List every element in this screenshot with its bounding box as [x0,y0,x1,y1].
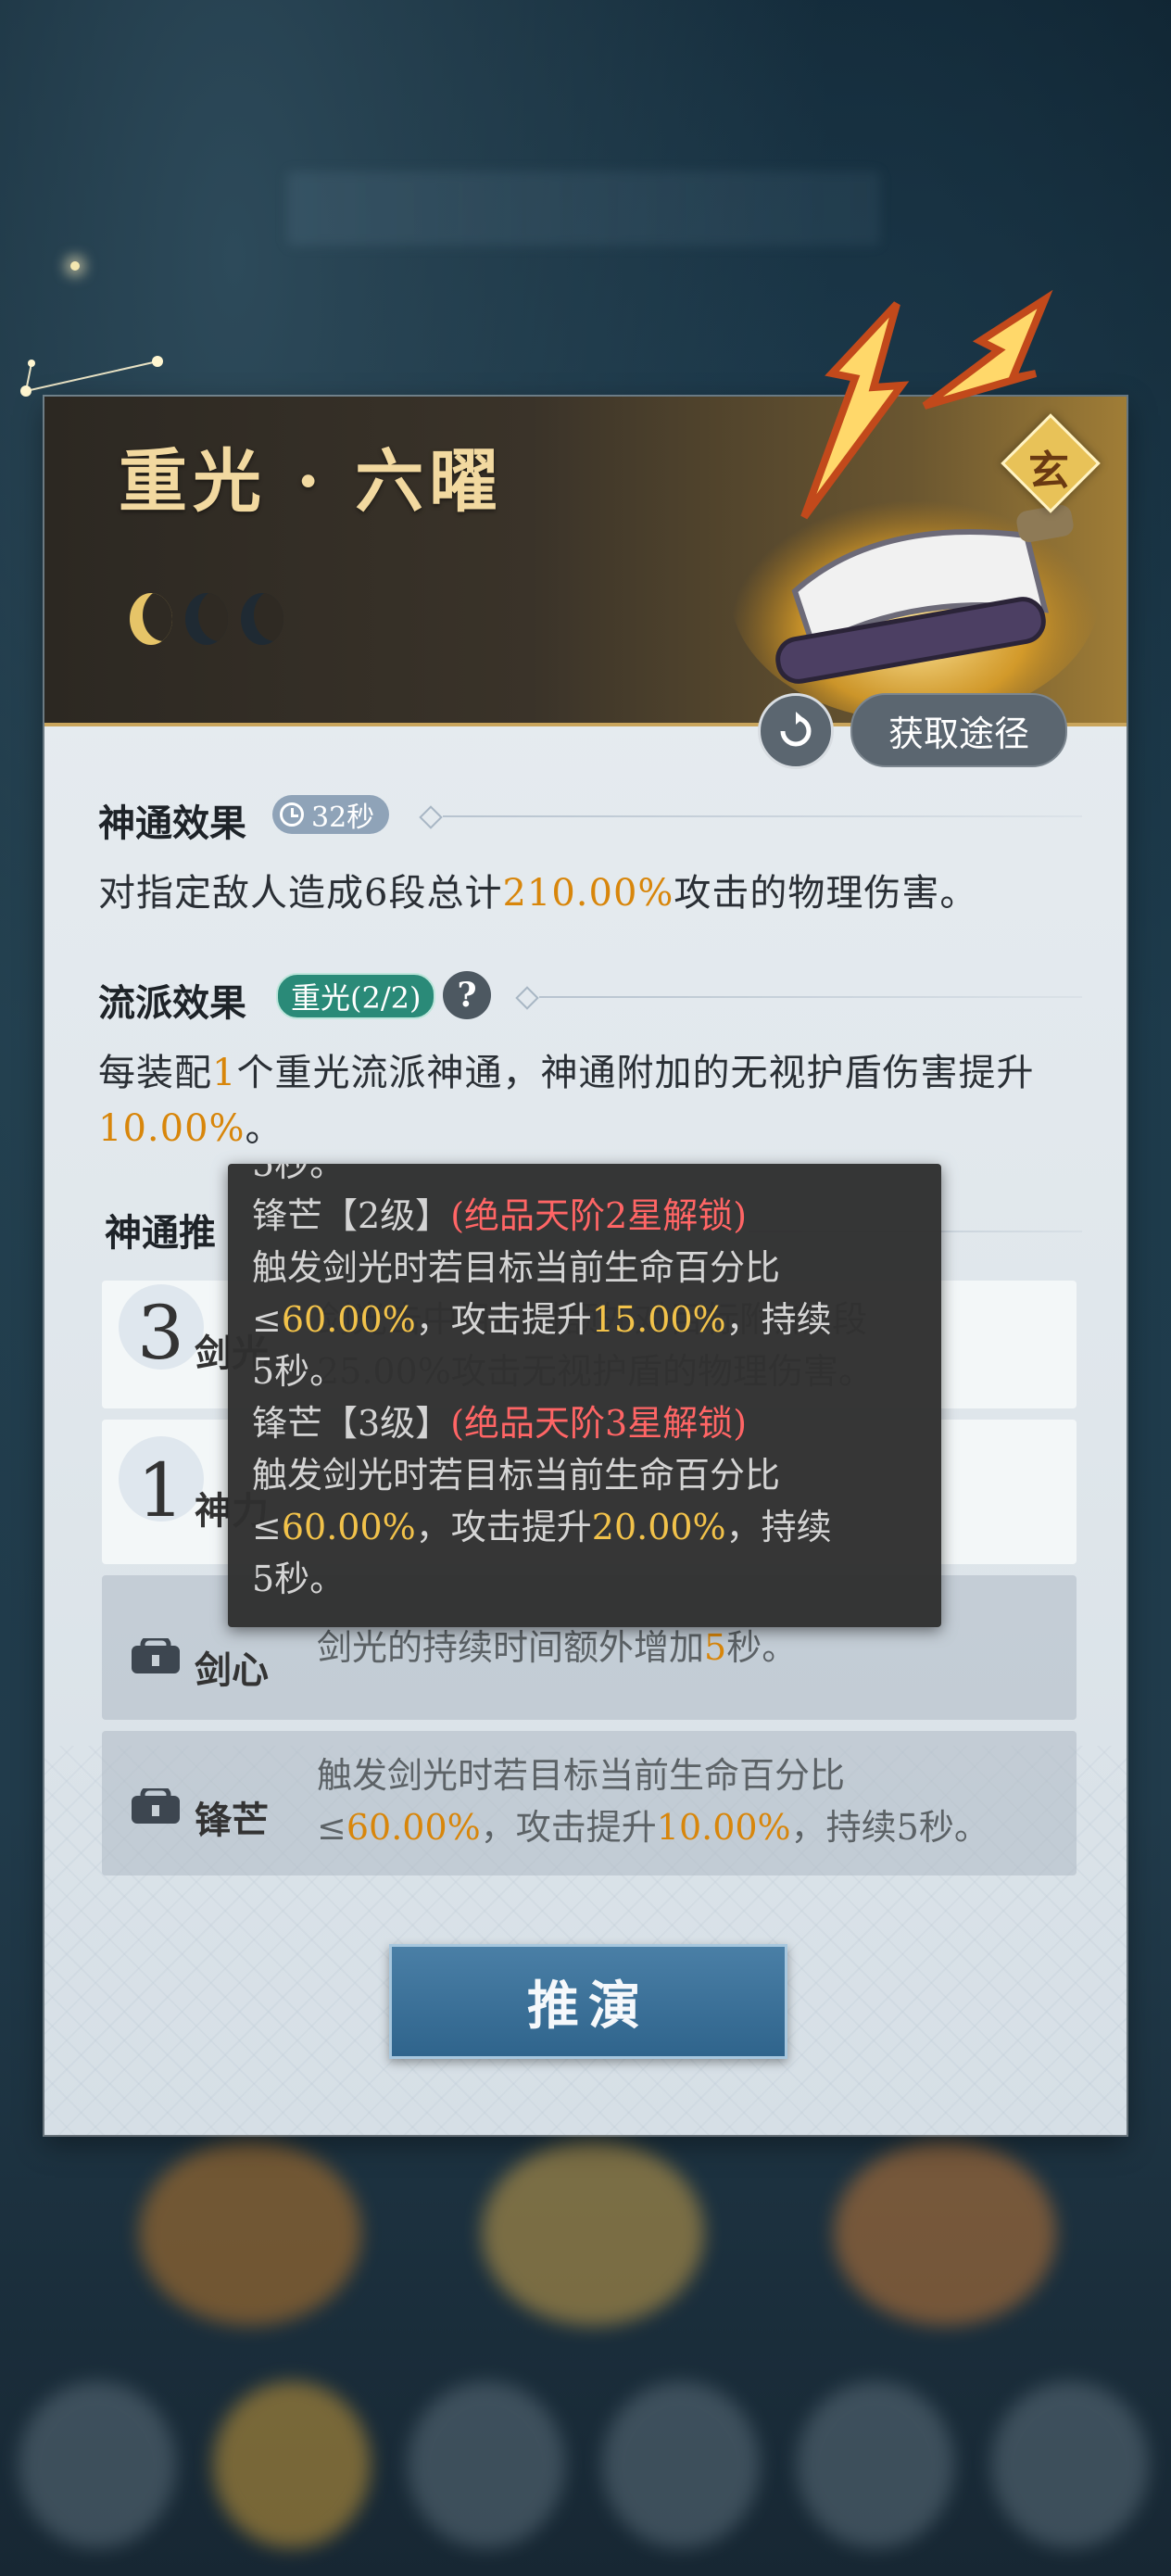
divider-diamond-icon [419,805,443,829]
row-desc-text: ，攻击提升 [480,1807,657,1848]
school-desc-text: 个重光流派神通，神通附加的无视护盾伤害提升 [236,1052,1035,1094]
tooltip-line: 5秒。 [252,1559,346,1599]
row-desc-text: 剑光的持续时间额外增加 [317,1627,705,1668]
school-section-title: 流派效果 [98,981,246,1025]
tooltip-text: ，攻击提升 [415,1507,592,1547]
help-button[interactable]: ? [443,971,491,1019]
row-desc-value: 5 [704,1627,727,1668]
star-rating [130,593,283,645]
tooltip-line: 触发剑光时若目标当前生命百分比 [252,1455,781,1496]
school-description: 每装配1个重光流派神通，神通附加的无视护盾伤害提升 10.00%。 [98,1045,1080,1156]
tooltip-entry-header: 锋芒【3级】(绝品天阶3星解锁) [252,1397,928,1449]
row-desc-text: ，持续5秒。 [790,1807,989,1848]
row-label: 锋芒 [195,1799,269,1842]
blurred-top-tabs [287,171,880,246]
row-desc-text: 秒。 [726,1627,798,1668]
row-desc-line: ≤60.00%，攻击提升10.00%，持续5秒。 [317,1801,1058,1853]
tooltip-entry-name: 锋芒【3级】 [252,1403,451,1444]
tooltip-entry-name: 锋芒【2级】 [252,1195,451,1236]
lock-icon [132,1638,180,1673]
row-description: 剑光的持续时间额外增加5秒。 [317,1622,1058,1673]
tooltip-cut-line: 5秒。 [252,1164,346,1184]
school-desc-value: 10.00% [98,1107,246,1150]
effect-description: 对指定敌人造成6段总计210.00%攻击的物理伤害。 [98,865,1080,921]
blurred-bottom-area [0,2131,1171,2576]
star-sparkle [70,261,80,271]
refresh-icon [780,712,812,747]
level-tooltip: 5秒。 锋芒【2级】(绝品天阶2星解锁) 触发剑光时若目标当前生命百分比 ≤60… [228,1164,941,1627]
tooltip-text: ，持续 [725,1507,832,1547]
tooltip-text: ≤ [252,1507,282,1547]
effect-desc-value: 210.00% [502,872,674,915]
school-desc-value: 1 [212,1052,237,1094]
school-desc-text: 。 [245,1107,283,1150]
effect-desc-text: 对指定敌人造成6段总计 [98,872,503,915]
row-desc-line: 触发剑光时若目标当前生命百分比 [317,1755,846,1796]
skill-title: 重光 · 六曜 [119,442,504,522]
rank-badge-label: 玄 [1028,448,1069,495]
tooltip-value: 15.00% [591,1299,726,1340]
moon-star-icon-empty [185,593,228,645]
recommend-section-title: 神通推 [105,1211,216,1255]
school-desc-text: 每装配 [98,1052,212,1094]
divider-diamond-icon [515,986,539,1010]
obtain-source-button[interactable]: 获取途径 [850,693,1067,767]
tooltip-unlock-condition: (绝品天阶3星解锁) [450,1403,748,1444]
lock-icon [132,1788,180,1824]
school-badge: 重光(2/2) [276,973,436,1019]
deduce-button[interactable]: 推演 [389,1944,787,2059]
moon-star-icon-filled [130,593,172,645]
tooltip-unlock-condition: (绝品天阶2星解锁) [450,1195,748,1236]
recommend-row-locked[interactable]: 锋芒 触发剑光时若目标当前生命百分比 ≤60.00%，攻击提升10.00%，持续… [102,1731,1077,1875]
section-divider [443,815,1082,817]
tooltip-text: ，攻击提升 [415,1299,592,1340]
tooltip-line: ≤60.00%，攻击提升20.00%，持续 [252,1501,928,1553]
tooltip-value: 20.00% [591,1507,726,1547]
tooltip-text: ，持续 [725,1299,832,1340]
refresh-button[interactable] [758,693,834,769]
row-desc-text: ≤ [317,1807,346,1848]
effect-section-title: 神通效果 [98,802,246,845]
tooltip-line: 触发剑光时若目标当前生命百分比 [252,1247,781,1288]
row-label: 剑心 [195,1648,269,1692]
cooldown-badge: 32秒 [272,795,390,834]
row-desc-value: 60.00% [346,1807,481,1848]
level-number: 1 [137,1447,184,1534]
tooltip-line: 5秒。 [252,1351,346,1392]
clock-icon [280,802,304,827]
tooltip-value: 60.00% [281,1507,416,1547]
tooltip-line: ≤60.00%，攻击提升15.00%，持续 [252,1294,928,1345]
level-number: 3 [137,1290,184,1376]
effect-desc-text: 攻击的物理伤害。 [674,872,978,915]
tooltip-text: ≤ [252,1299,282,1340]
moon-star-icon-empty [241,593,283,645]
row-desc-value: 10.00% [656,1807,791,1848]
cooldown-value: 32秒 [311,802,375,834]
section-divider [539,996,1082,998]
row-description: 触发剑光时若目标当前生命百分比 ≤60.00%，攻击提升10.00%，持续5秒。 [317,1749,1058,1853]
tooltip-value: 60.00% [281,1299,416,1340]
tooltip-entry-header: 锋芒【2级】(绝品天阶2星解锁) [252,1190,928,1242]
